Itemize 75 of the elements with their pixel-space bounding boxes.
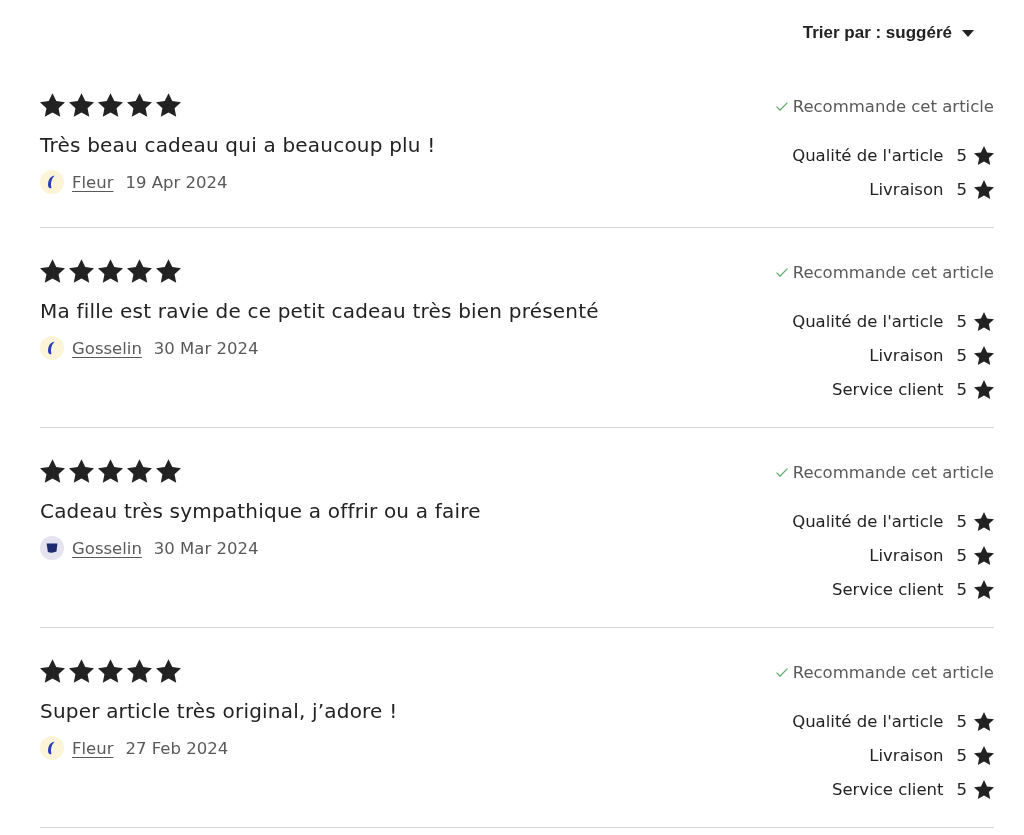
rating-label: Service client bbox=[831, 579, 944, 599]
star-icon bbox=[69, 93, 94, 117]
star-icon bbox=[974, 745, 994, 765]
reviewer-name-link[interactable]: Gosselin bbox=[72, 338, 142, 358]
rating-label: Qualité de l'article bbox=[792, 145, 944, 165]
star-icon bbox=[974, 379, 994, 399]
review-date: 27 Feb 2024 bbox=[125, 738, 229, 758]
star-icon bbox=[156, 259, 181, 283]
recommend-label: Recommande cet article bbox=[792, 662, 994, 682]
review-text: Très beau cadeau qui a beaucoup plu ! bbox=[40, 132, 436, 159]
star-icon bbox=[40, 459, 65, 483]
rating-score: 5 bbox=[956, 511, 967, 531]
crescent-avatar-icon bbox=[40, 336, 64, 360]
star-icon bbox=[40, 659, 65, 683]
rating-score: 5 bbox=[956, 179, 967, 199]
review-date: 30 Mar 2024 bbox=[153, 338, 259, 358]
rating-label: Qualité de l'article bbox=[792, 711, 944, 731]
star-icon bbox=[69, 459, 94, 483]
star-icon bbox=[974, 779, 994, 799]
star-icon bbox=[69, 259, 94, 283]
bag-avatar-icon bbox=[40, 536, 64, 560]
reviewer-name-link[interactable]: Fleur bbox=[72, 738, 114, 758]
crescent-avatar-icon bbox=[40, 736, 64, 760]
star-icon bbox=[974, 179, 994, 199]
recommend-label: Recommande cet article bbox=[792, 262, 994, 282]
star-icon bbox=[98, 259, 123, 283]
rating-score: 5 bbox=[956, 311, 967, 331]
rating-score: 5 bbox=[956, 379, 967, 399]
rating-score: 5 bbox=[956, 579, 967, 599]
star-icon bbox=[974, 145, 994, 165]
rating-score: 5 bbox=[956, 711, 967, 731]
rating-score: 5 bbox=[956, 145, 967, 165]
rating-label: Qualité de l'article bbox=[792, 311, 944, 331]
rating-label: Livraison bbox=[869, 745, 944, 765]
star-icon bbox=[156, 659, 181, 683]
review-date: 19 Apr 2024 bbox=[125, 172, 228, 192]
star-icon bbox=[127, 259, 152, 283]
rating-label: Service client bbox=[831, 779, 944, 799]
rating-label: Livraison bbox=[869, 345, 944, 365]
rating-score: 5 bbox=[956, 545, 967, 565]
star-icon bbox=[974, 545, 994, 565]
star-icon bbox=[69, 659, 94, 683]
review-text: Super article très original, j’adore ! bbox=[40, 698, 398, 725]
review-text: Cadeau très sympathique a offrir ou a faire bbox=[40, 498, 481, 525]
rating-label: Livraison bbox=[869, 545, 944, 565]
star-icon bbox=[974, 711, 994, 731]
caret-icon bbox=[962, 29, 974, 37]
star-icon bbox=[156, 459, 181, 483]
reviewer-name-link[interactable]: Fleur bbox=[72, 172, 114, 192]
star-icon bbox=[40, 93, 65, 117]
reviewer-name-link[interactable]: Gosselin bbox=[72, 538, 142, 558]
review-date: 30 Mar 2024 bbox=[153, 538, 259, 558]
star-icon bbox=[98, 93, 123, 117]
recommend-label: Recommande cet article bbox=[792, 462, 994, 482]
star-icon bbox=[40, 259, 65, 283]
star-icon bbox=[974, 511, 994, 531]
star-icon bbox=[98, 659, 123, 683]
star-icon bbox=[974, 345, 994, 365]
star-icon bbox=[98, 459, 123, 483]
rating-score: 5 bbox=[956, 745, 967, 765]
star-icon bbox=[127, 93, 152, 117]
star-icon bbox=[127, 659, 152, 683]
star-icon bbox=[156, 93, 181, 117]
rating-label: Qualité de l'article bbox=[792, 511, 944, 531]
crescent-avatar-icon bbox=[40, 170, 64, 194]
sort-dropdown[interactable]: Trier par : suggéré bbox=[798, 22, 978, 44]
rating-label: Service client bbox=[831, 379, 944, 399]
rating-score: 5 bbox=[956, 345, 967, 365]
star-icon bbox=[974, 311, 994, 331]
star-icon bbox=[127, 459, 152, 483]
rating-score: 5 bbox=[956, 779, 967, 799]
recommend-label: Recommande cet article bbox=[792, 96, 994, 116]
review-text: Ma fille est ravie de ce petit cadeau très bien présenté bbox=[40, 298, 599, 325]
star-icon bbox=[974, 579, 994, 599]
rating-label: Livraison bbox=[869, 179, 944, 199]
